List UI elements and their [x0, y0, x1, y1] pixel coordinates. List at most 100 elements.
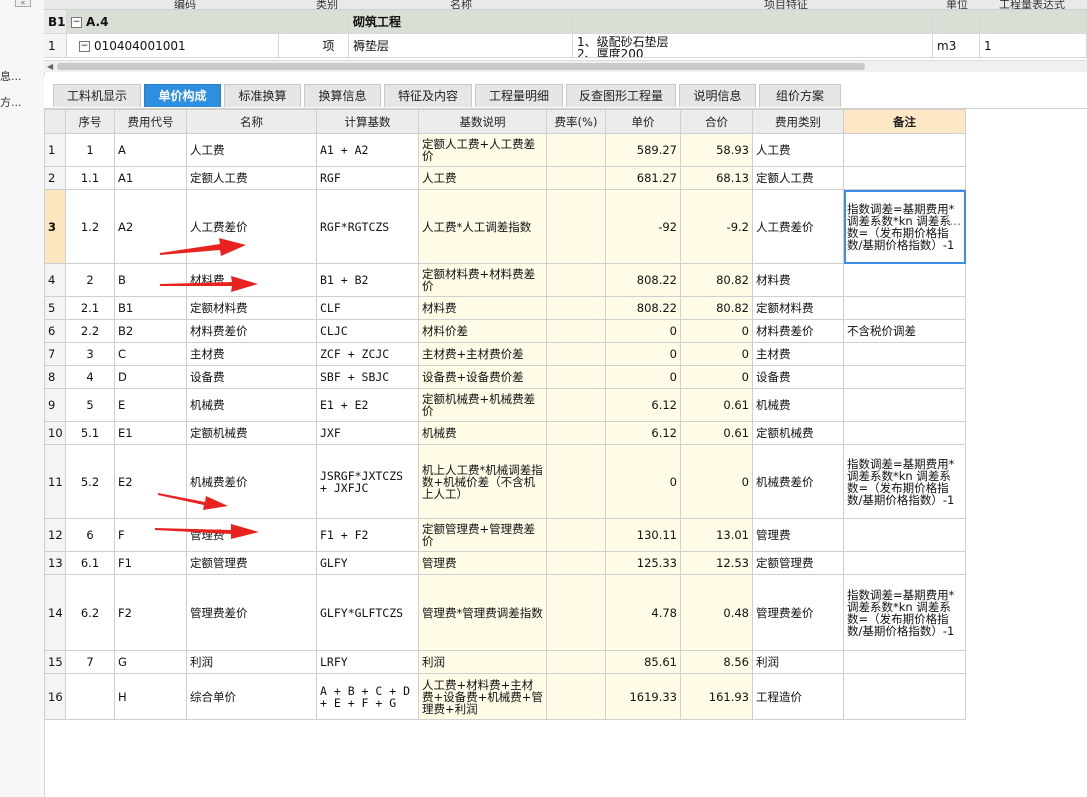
cell-category[interactable]: 机械费: [752, 388, 844, 422]
cell-rate[interactable]: [546, 650, 606, 674]
cell-total[interactable]: -9.2: [680, 189, 753, 264]
cell-remark[interactable]: [843, 342, 966, 366]
col-category-header[interactable]: 费用类别: [752, 109, 844, 134]
table-row[interactable]: 16 H 综合单价 A + B + C + D + E + F + G 人工费+材料费+…: [44, 673, 966, 720]
cell-name[interactable]: 机械费: [186, 388, 317, 422]
cell-seq[interactable]: 6.1: [65, 551, 115, 575]
cell-base[interactable]: ZCF + ZCJC: [316, 342, 419, 366]
cell-category[interactable]: 定额人工费: [752, 166, 844, 190]
cell-code[interactable]: A: [114, 133, 187, 167]
tab-conversion-info[interactable]: 换算信息: [304, 84, 381, 107]
cell-code[interactable]: E1: [114, 421, 187, 445]
cell-category[interactable]: 定额机械费: [752, 421, 844, 445]
table-row[interactable]: 1 1 A 人工费 A1 + A2 定额人工费+人工费差价 589.27 58.93 人工费: [44, 133, 966, 167]
cell-base-desc[interactable]: 机械费: [418, 421, 547, 445]
cell-remark[interactable]: 指数调差=基期费用*调差系数*kn 调差系数=（发布期价格指数/基期价格指数）-…: [843, 189, 966, 264]
cell-total[interactable]: 80.82: [680, 296, 753, 320]
table-row[interactable]: 6 2.2 B2 材料费差价 CLJC 材料价差 0 0 材料费差价 不含税价调差: [44, 319, 966, 343]
cell-base-desc[interactable]: 人工费+材料费+主材费+设备费+机械费+管理费+利润: [418, 673, 547, 720]
cell-price[interactable]: 6.12: [605, 388, 681, 422]
table-row[interactable]: 15 7 G 利润 LRFY 利润 85.61 8.56 利润: [44, 650, 966, 674]
cell-base[interactable]: GLFY: [316, 551, 419, 575]
cell-remark[interactable]: 指数调差=基期费用*调差系数*kn 调差系数=（发布期价格指数/基期价格指数）-…: [843, 574, 966, 651]
cell-rate[interactable]: [546, 574, 606, 651]
cell-total[interactable]: 0: [680, 444, 753, 519]
cell-remark[interactable]: [843, 133, 966, 167]
cell-category[interactable]: 人工费: [752, 133, 844, 167]
cell-code[interactable]: D: [114, 365, 187, 389]
table-row[interactable]: 9 5 E 机械费 E1 + E2 定额机械费+机械费差价 6.12 0.61 机械费: [44, 388, 966, 422]
cell-price[interactable]: -92: [605, 189, 681, 264]
cell-remark[interactable]: [843, 551, 966, 575]
cell-remark[interactable]: [843, 650, 966, 674]
cell-code[interactable]: E: [114, 388, 187, 422]
cell-code[interactable]: B1: [114, 296, 187, 320]
cell-rate[interactable]: [546, 319, 606, 343]
cell-code[interactable]: F2: [114, 574, 187, 651]
collapse-tree-icon[interactable]: −: [79, 41, 90, 52]
cell-price[interactable]: 6.12: [605, 421, 681, 445]
tab-reverse-graphic[interactable]: 反查图形工程量: [566, 84, 676, 107]
cell-code[interactable]: G: [114, 650, 187, 674]
col-base-header[interactable]: 计算基数: [316, 109, 419, 134]
cell-price[interactable]: 808.22: [605, 263, 681, 297]
cell-price[interactable]: 85.61: [605, 650, 681, 674]
cell-seq[interactable]: 1.1: [65, 166, 115, 190]
tab-standard-conversion[interactable]: 标准换算: [224, 84, 301, 107]
cell-rate[interactable]: [546, 189, 606, 264]
cell-total[interactable]: 0.48: [680, 574, 753, 651]
cell-base[interactable]: JXF: [316, 421, 419, 445]
cell-category[interactable]: 人工费差价: [752, 189, 844, 264]
cell-remark[interactable]: 指数调差=基期费用*调差系数*kn 调差系数=（发布期价格指数/基期价格指数）-…: [843, 444, 966, 519]
col-code-header[interactable]: 费用代号: [114, 109, 187, 134]
cell-category[interactable]: 管理费差价: [752, 574, 844, 651]
cell-total[interactable]: 161.93: [680, 673, 753, 720]
cell-price[interactable]: 130.11: [605, 518, 681, 552]
cell-name[interactable]: 综合单价: [186, 673, 317, 720]
col-remark-header[interactable]: 备注: [843, 109, 966, 134]
col-seq-header[interactable]: 序号: [65, 109, 115, 134]
cell-category[interactable]: 工程造价: [752, 673, 844, 720]
cell-category[interactable]: 机械费差价: [752, 444, 844, 519]
tab-unit-price[interactable]: 单价构成: [144, 84, 221, 107]
cell-name[interactable]: 利润: [186, 650, 317, 674]
cell-price[interactable]: 0: [605, 319, 681, 343]
cell-base-desc[interactable]: 设备费+设备费价差: [418, 365, 547, 389]
cell-base-desc[interactable]: 人工费: [418, 166, 547, 190]
cell-remark[interactable]: [843, 166, 966, 190]
cell-seq[interactable]: 1: [65, 133, 115, 167]
cell-base-desc[interactable]: 人工费*人工调差指数: [418, 189, 547, 264]
cell-seq[interactable]: 5.2: [65, 444, 115, 519]
cell-remark[interactable]: [843, 263, 966, 297]
tab-pricing-plan[interactable]: 组价方案: [759, 84, 841, 107]
cell-rate[interactable]: [546, 166, 606, 190]
cell-total[interactable]: 0: [680, 319, 753, 343]
cell-category[interactable]: 设备费: [752, 365, 844, 389]
cell-name[interactable]: 定额人工费: [186, 166, 317, 190]
cell-category[interactable]: 定额管理费: [752, 551, 844, 575]
cell-rate[interactable]: [546, 388, 606, 422]
scroll-left-icon[interactable]: ◀: [47, 61, 53, 72]
col-total-header[interactable]: 合价: [680, 109, 753, 134]
cell-rate[interactable]: [546, 133, 606, 167]
cell-rate[interactable]: [546, 421, 606, 445]
cell-seq[interactable]: [65, 673, 115, 720]
cell-seq[interactable]: 1.2: [65, 189, 115, 264]
cell-base-desc[interactable]: 定额材料费+材料费差价: [418, 263, 547, 297]
cell-base-desc[interactable]: 定额管理费+管理费差价: [418, 518, 547, 552]
more-options-icon[interactable]: ⋯: [949, 218, 961, 230]
table-row[interactable]: 5 2.1 B1 定额材料费 CLF 材料费 808.22 80.82 定额材料费: [44, 296, 966, 320]
cell-category[interactable]: 材料费差价: [752, 319, 844, 343]
cell-base-desc[interactable]: 机上人工费*机械调差指数+机械价差（不含机上人工）: [418, 444, 547, 519]
cell-base[interactable]: GLFY*GLFTCZS: [316, 574, 419, 651]
cell-base[interactable]: E1 + E2: [316, 388, 419, 422]
cell-remark[interactable]: 不含税价调差: [843, 319, 966, 343]
horizontal-scrollbar[interactable]: ◀: [44, 60, 1087, 72]
row-name[interactable]: 褥垫层: [349, 34, 573, 58]
table-row[interactable]: 13 6.1 F1 定额管理费 GLFY 管理费 125.33 12.53 定额管理费: [44, 551, 966, 575]
cell-total[interactable]: 0.61: [680, 421, 753, 445]
cell-category[interactable]: 材料费: [752, 263, 844, 297]
cell-base[interactable]: A1 + A2: [316, 133, 419, 167]
table-row[interactable]: 14 6.2 F2 管理费差价 GLFY*GLFTCZS 管理费*管理费调差指数 4.78 0…: [44, 574, 966, 651]
tab-material-machine[interactable]: 工料机显示: [53, 84, 141, 107]
